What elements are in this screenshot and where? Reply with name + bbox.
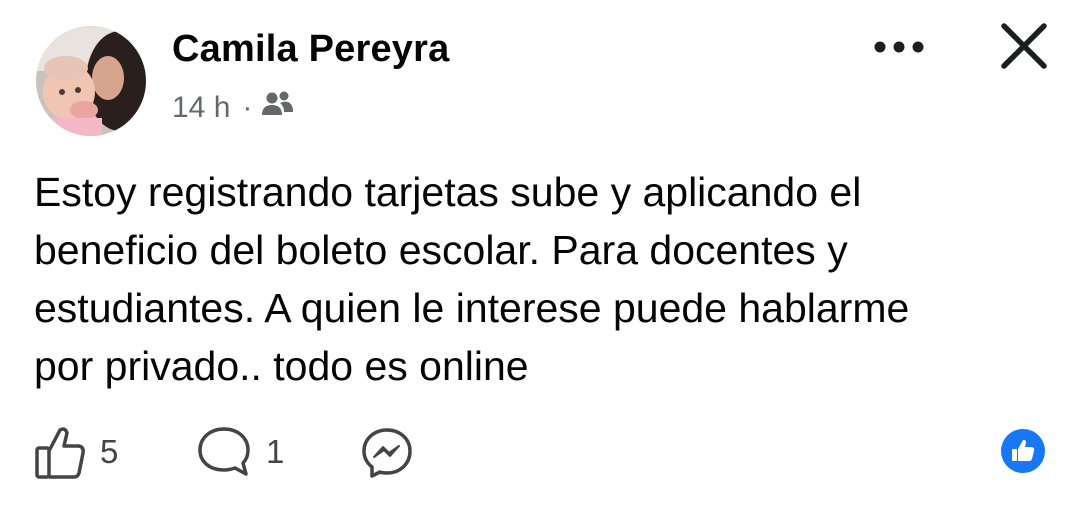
- post-text: Estoy registrando tarjetas sube y aplica…: [34, 169, 910, 389]
- reaction-summary[interactable]: [1000, 428, 1046, 474]
- like-button[interactable]: 5: [34, 424, 118, 480]
- avatar[interactable]: [36, 26, 146, 136]
- friends-icon: [260, 91, 294, 125]
- more-options-button[interactable]: [868, 30, 930, 64]
- comment-count: 1: [266, 433, 285, 470]
- post-time[interactable]: 14 h: [172, 91, 230, 125]
- comment-icon: [198, 427, 250, 476]
- close-button[interactable]: [996, 18, 1052, 74]
- post-actions: 5 1: [0, 420, 1080, 484]
- comment-button[interactable]: 1: [196, 424, 284, 480]
- more-options-icon: [874, 41, 924, 53]
- send-messenger-button[interactable]: [360, 426, 414, 480]
- author-name[interactable]: Camila Pereyra: [172, 28, 449, 71]
- meta-separator: ·: [242, 91, 253, 124]
- close-icon: [1001, 23, 1047, 69]
- messenger-icon: [362, 428, 412, 478]
- like-count: 5: [100, 433, 119, 470]
- post-meta: 14 h ·: [172, 90, 294, 126]
- like-reaction-icon: [1001, 429, 1045, 473]
- like-icon: [35, 427, 85, 479]
